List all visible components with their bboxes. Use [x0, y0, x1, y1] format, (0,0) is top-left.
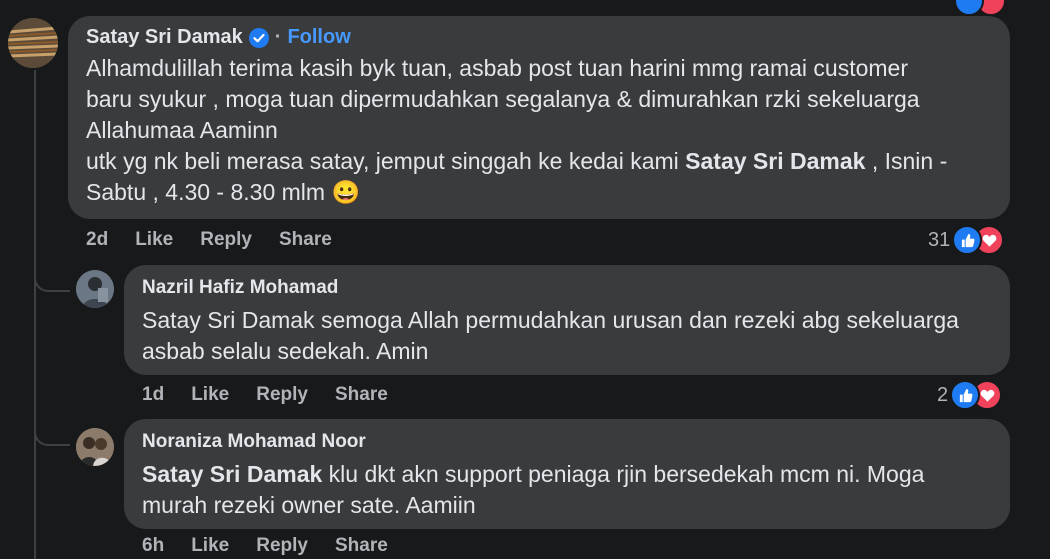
comment-bubble: Nazril Hafiz Mohamad Satay Sri Damak sem…	[124, 265, 1010, 375]
author-name[interactable]: Noraniza Mohamad Noor	[142, 431, 992, 453]
thread-line-main	[34, 70, 36, 559]
thread-elbow-2	[34, 420, 70, 446]
avatar-satay-sri-damak[interactable]	[8, 18, 58, 68]
reaction-summary[interactable]: 2	[937, 380, 1003, 410]
comment-text: Satay Sri Damak semoga Allah permudahkan…	[142, 305, 992, 367]
previous-reactions	[952, 0, 1006, 16]
follow-button[interactable]: Follow	[287, 26, 350, 49]
comment-line: Satay Sri Damak semoga Allah permudahkan…	[142, 307, 959, 333]
like-button[interactable]: Like	[191, 535, 229, 557]
grinning-emoji-icon: 😀	[331, 179, 361, 205]
comment-text: Satay Sri Damak klu dkt akn support peni…	[142, 459, 992, 521]
comment-text: Alhamdulillah terima kasih byk tuan, asb…	[86, 53, 992, 208]
timestamp[interactable]: 2d	[86, 229, 108, 251]
share-button[interactable]: Share	[335, 384, 388, 406]
avatar-nazril-hafiz-mohamad[interactable]	[76, 270, 114, 308]
timestamp[interactable]: 1d	[142, 384, 164, 406]
comment-author-row: Satay Sri Damak · Follow	[86, 26, 992, 49]
reply-button[interactable]: Reply	[200, 229, 252, 251]
reaction-count: 31	[928, 228, 951, 251]
thread-elbow-1	[34, 268, 70, 292]
like-button[interactable]: Like	[191, 384, 229, 406]
reaction-summary[interactable]: 31	[928, 225, 1005, 255]
like-reaction-icon	[954, 0, 984, 16]
comment-line: Sabtu , 4.30 - 8.30 mlm 😀	[86, 179, 361, 205]
author-name[interactable]: Satay Sri Damak	[86, 26, 243, 49]
comment-line: Alhamdulillah terima kasih byk tuan, asb…	[86, 55, 908, 81]
reaction-count: 2	[937, 383, 949, 406]
comment-actions: 6h Like Reply Share	[142, 535, 415, 557]
reply-button[interactable]: Reply	[256, 384, 308, 406]
author-name[interactable]: Nazril Hafiz Mohamad	[142, 277, 992, 299]
timestamp[interactable]: 6h	[142, 535, 164, 557]
share-button[interactable]: Share	[335, 535, 388, 557]
like-button[interactable]: Like	[135, 229, 173, 251]
comment-bubble: Noraniza Mohamad Noor Satay Sri Damak kl…	[124, 419, 1010, 529]
comment-line: Allahumaa Aaminn	[86, 117, 278, 143]
comment-actions: 1d Like Reply Share	[142, 384, 415, 406]
reply-button[interactable]: Reply	[256, 535, 308, 557]
verified-badge-icon	[248, 27, 269, 48]
comment-line: murah rezeki owner sate. Aamiin	[142, 492, 476, 518]
mention-link[interactable]: Satay Sri Damak	[685, 148, 865, 174]
avatar-noraniza-mohamad-noor[interactable]	[76, 428, 114, 466]
comment-bubble: Satay Sri Damak · Follow Alhamdulillah t…	[68, 16, 1010, 219]
separator-dot: ·	[274, 26, 282, 48]
mention-link[interactable]: Satay Sri Damak	[142, 461, 322, 487]
share-button[interactable]: Share	[279, 229, 332, 251]
comment-line: baru syukur , moga tuan dipermudahkan se…	[86, 86, 920, 112]
like-reaction-icon	[950, 380, 981, 410]
comment-line: utk yg nk beli merasa satay, jemput sing…	[86, 148, 948, 174]
comment-line: asbab selalu sedekah. Amin	[142, 338, 429, 364]
comment-line: Satay Sri Damak klu dkt akn support peni…	[142, 461, 925, 487]
comment-actions: 2d Like Reply Share	[86, 229, 359, 251]
